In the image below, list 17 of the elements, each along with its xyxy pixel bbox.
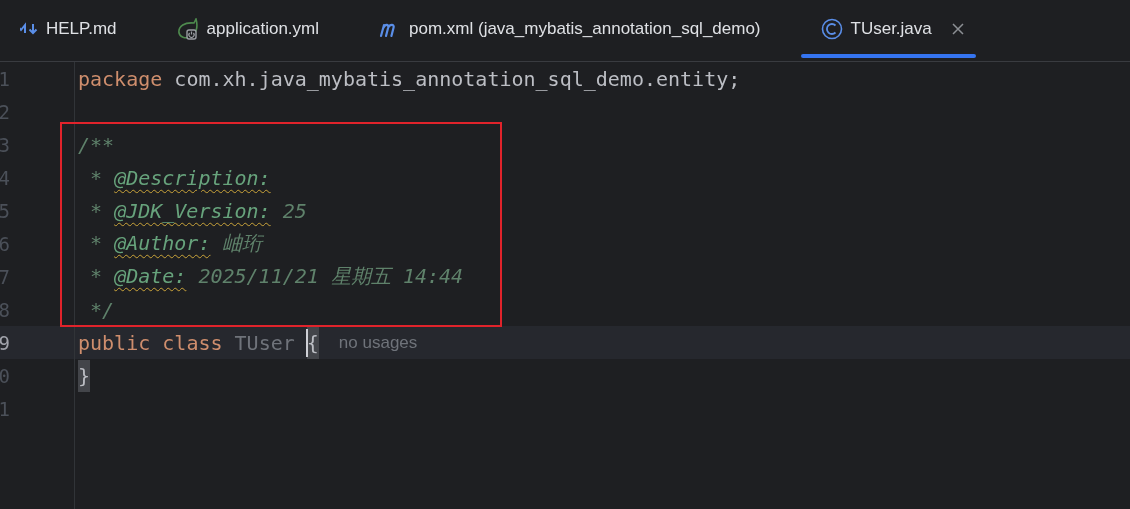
code-line: /** <box>78 132 115 157</box>
code-line: * @Date: 2025/11/21 星期五 14:44 <box>89 263 464 290</box>
code-line: package com.xh.java_mybatis_annotation_sql_demo.entity; <box>78 66 741 91</box>
line-number: 9 <box>0 331 10 354</box>
editor-tab[interactable]: pom.xml (java_mybatis_annotation_sql_demo) <box>359 0 773 61</box>
code-line: * @Description: <box>89 165 271 190</box>
class-icon <box>820 17 843 40</box>
leaf-power-icon <box>176 17 199 40</box>
markdown-icon <box>20 20 38 37</box>
editor-tab[interactable]: HELP.md <box>0 0 129 61</box>
inlay-hint: no usages <box>338 332 418 353</box>
code-line: */ <box>89 297 115 322</box>
code-line: * @JDK_Version: 25 <box>89 198 307 223</box>
close-icon[interactable] <box>951 22 964 35</box>
editor-tab[interactable]: application.yml <box>156 0 331 61</box>
code-line: * @Author: 岫珩 <box>89 230 263 257</box>
editor-tab[interactable]: TUser.java <box>800 0 976 61</box>
